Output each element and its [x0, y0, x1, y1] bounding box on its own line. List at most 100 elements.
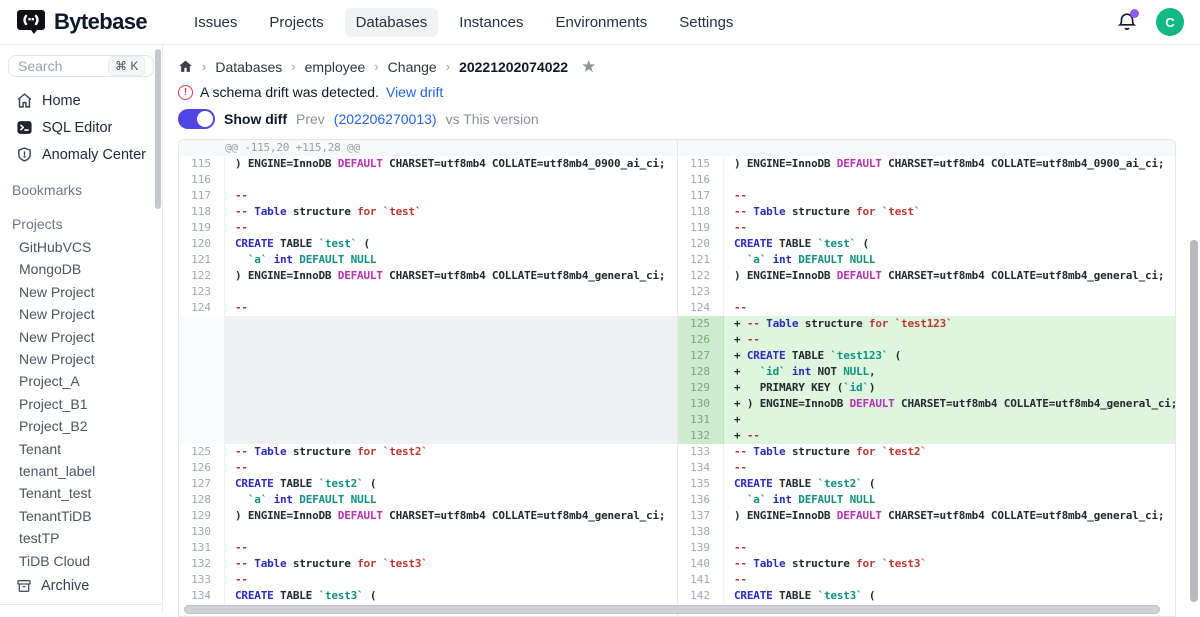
sidebar-item-label: Anomaly Center — [42, 147, 146, 163]
sidebar-project-item[interactable]: New Project — [19, 303, 154, 325]
sidebar-project-item[interactable]: Tenant — [19, 438, 154, 460]
line-number: 125 — [678, 316, 724, 332]
line-number: 139 — [678, 540, 724, 556]
sidebar-project-item[interactable]: Project_B2 — [19, 415, 154, 437]
line-number: 119 — [678, 220, 724, 236]
schema-drift-alert: ! A schema drift was detected. View drif… — [178, 84, 1200, 100]
nav-item-issues[interactable]: Issues — [183, 8, 248, 37]
alert-message: A schema drift was detected. — [200, 84, 379, 100]
diff-line: 134CREATE TABLE `test3` ( — [179, 588, 677, 604]
sidebar-project-item[interactable]: testTP — [19, 527, 154, 549]
sidebar-project-list: GitHubVCSMongoDBNew ProjectNew ProjectNe… — [8, 236, 154, 572]
line-number: 123 — [678, 284, 724, 300]
code-line: -- — [724, 460, 1175, 476]
diff-line: 137) ENGINE=InnoDB DEFAULT CHARSET=utf8m… — [678, 508, 1175, 524]
sidebar-project-item[interactable]: GitHubVCS — [19, 236, 154, 258]
diff-line: 118-- Table structure for `test` — [179, 204, 677, 220]
sidebar-project-item[interactable]: TiDB Cloud — [19, 550, 154, 572]
line-number: 132 — [179, 556, 225, 572]
diff-line: 115) ENGINE=InnoDB DEFAULT CHARSET=utf8m… — [179, 156, 677, 172]
view-drift-link[interactable]: View drift — [386, 84, 443, 100]
sidebar-project-item[interactable]: MongoDB — [19, 258, 154, 280]
line-number: 133 — [678, 444, 724, 460]
star-icon[interactable]: ★ — [581, 58, 596, 75]
line-number: 127 — [678, 348, 724, 364]
sidebar-project-item[interactable]: Project_B1 — [19, 393, 154, 415]
breadcrumb-employee[interactable]: employee — [305, 59, 366, 75]
code-line: -- Table structure for `test` — [724, 204, 1175, 220]
code-line: -- — [724, 220, 1175, 236]
code-line: -- — [724, 300, 1175, 316]
breadcrumb-change[interactable]: Change — [388, 59, 437, 75]
line-number: 116 — [179, 172, 225, 188]
prev-version-link[interactable]: (202206270013) — [334, 111, 437, 127]
line-number: 130 — [179, 524, 225, 540]
search-box[interactable]: ⌘ K — [8, 55, 154, 77]
nav-item-projects[interactable]: Projects — [258, 8, 334, 37]
code-line: `a` int DEFAULT NULL — [225, 492, 677, 508]
breadcrumb-separator: › — [446, 59, 450, 74]
code-line: -- — [225, 220, 677, 236]
show-diff-toggle[interactable] — [178, 109, 215, 129]
code-line: `a` int DEFAULT NULL — [724, 252, 1175, 268]
nav-item-settings[interactable]: Settings — [668, 8, 744, 37]
sidebar-item-archive[interactable]: Archive — [8, 572, 154, 600]
sidebar-section-bookmarks: Bookmarks — [8, 178, 154, 202]
user-avatar[interactable]: C — [1156, 8, 1184, 36]
code-line — [724, 172, 1175, 188]
page-scrollbar[interactable] — [1190, 240, 1198, 602]
sidebar-project-item[interactable]: tenant_label — [19, 460, 154, 482]
line-number: 131 — [678, 412, 724, 428]
code-line: -- — [225, 572, 677, 588]
notifications-bell-icon[interactable] — [1116, 11, 1138, 33]
home-icon[interactable] — [178, 59, 193, 74]
sidebar-project-item[interactable]: New Project — [19, 348, 154, 370]
breadcrumb: › Databases › employee › Change › 202212… — [178, 58, 1200, 75]
sidebar-project-item[interactable]: Project_A — [19, 370, 154, 392]
line-number: 118 — [179, 204, 225, 220]
code-line: ) ENGINE=InnoDB DEFAULT CHARSET=utf8mb4 … — [724, 508, 1175, 524]
breadcrumb-current-version: 20221202074022 — [459, 59, 568, 75]
nav-item-environments[interactable]: Environments — [545, 8, 659, 37]
diff-line: 142CREATE TABLE `test3` ( — [678, 588, 1175, 604]
sidebar-item-home[interactable]: Home — [8, 87, 154, 114]
sidebar-item-sql-editor[interactable]: SQL Editor — [8, 114, 154, 141]
code-line: + -- Table structure for `test123` — [724, 316, 1175, 332]
plan-badge[interactable]: Enterprise Plan — [0, 604, 162, 613]
diff-line: 136 `a` int DEFAULT NULL — [678, 492, 1175, 508]
line-number: 115 — [678, 156, 724, 172]
nav-item-instances[interactable]: Instances — [448, 8, 534, 37]
code-line: CREATE TABLE `test` ( — [724, 236, 1175, 252]
code-line: ) ENGINE=InnoDB DEFAULT CHARSET=utf8mb4 … — [225, 508, 677, 524]
nav-item-databases[interactable]: Databases — [345, 8, 439, 37]
diff-hunk-header — [678, 140, 1175, 156]
diff-line: 140-- Table structure for `test3` — [678, 556, 1175, 572]
archive-label: Archive — [41, 578, 89, 594]
brand-name: Bytebase — [54, 9, 147, 35]
bytebase-logo[interactable]: Bytebase — [16, 7, 147, 37]
sidebar-scrollbar[interactable] — [155, 49, 161, 209]
sidebar-item-anomaly-center[interactable]: Anomaly Center — [8, 141, 154, 168]
sidebar-nav: HomeSQL Editor Anomaly Center — [8, 87, 154, 168]
code-line — [225, 172, 677, 188]
sidebar-project-item[interactable]: New Project — [19, 326, 154, 348]
line-number: 138 — [678, 524, 724, 540]
sidebar-project-item[interactable]: TenantTiDB — [19, 505, 154, 527]
breadcrumb-separator: › — [202, 59, 206, 74]
diff-line: 123 — [678, 284, 1175, 300]
breadcrumb-databases[interactable]: Databases — [215, 59, 282, 75]
sidebar-project-item[interactable]: Tenant_test — [19, 482, 154, 504]
code-line: ) ENGINE=InnoDB DEFAULT CHARSET=utf8mb4 … — [724, 156, 1175, 172]
line-number: 142 — [678, 588, 724, 604]
sidebar-project-item[interactable]: New Project — [19, 281, 154, 303]
main-nav: Issues Projects Databases Instances Environm… — [183, 8, 744, 37]
line-number: 133 — [179, 572, 225, 588]
search-input[interactable] — [18, 58, 104, 74]
diff-line: 130 — [179, 524, 677, 540]
line-number: 136 — [678, 492, 724, 508]
line-number: 116 — [678, 172, 724, 188]
code-line: ) ENGINE=InnoDB DEFAULT CHARSET=utf8mb4 … — [225, 268, 677, 284]
diff-line: 126+ -- — [678, 332, 1175, 348]
code-line: -- — [724, 540, 1175, 556]
diff-line: 125+ -- Table structure for `test123` — [678, 316, 1175, 332]
